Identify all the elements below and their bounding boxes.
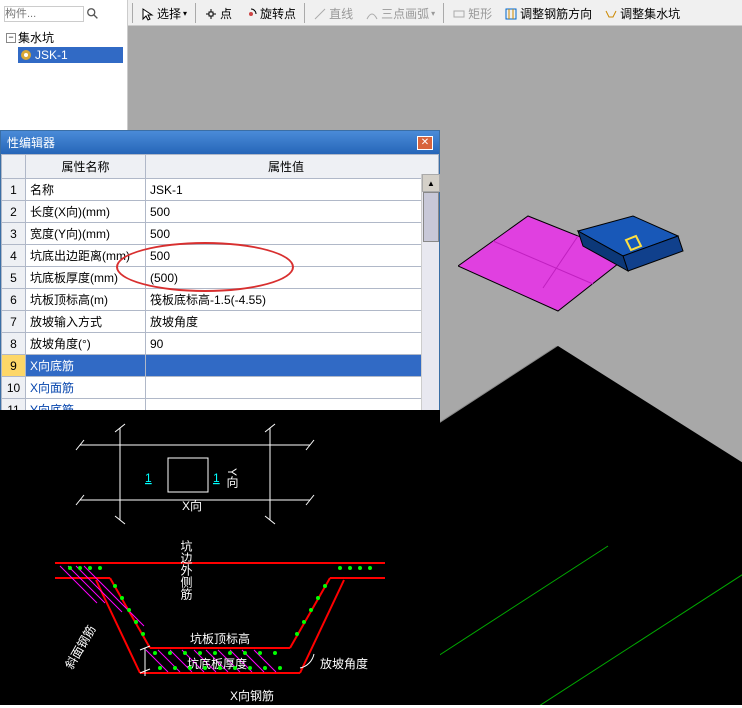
tree-child-label: JSK-1	[35, 48, 68, 62]
scroll-up-icon[interactable]: ▲	[422, 174, 440, 192]
property-row[interactable]: 6坑板顶标高(m)筏板底标高-1.5(-4.55)	[2, 289, 439, 311]
property-row[interactable]: 9X向底筋	[2, 355, 439, 377]
property-name: 坑板顶标高(m)	[26, 289, 146, 311]
svg-text:斜面钢筋: 斜面钢筋	[62, 622, 99, 671]
point-tool[interactable]: 点	[200, 3, 236, 24]
property-name: 放坡输入方式	[26, 311, 146, 333]
col-value: 属性值	[146, 155, 439, 179]
dialog-title: 性编辑器	[7, 134, 55, 151]
toolbar: 选择 ▾ 点 旋转点 直线 三点画弧 ▾ 矩形 调整钢筋方向	[128, 0, 742, 26]
row-number: 10	[2, 377, 26, 399]
close-button[interactable]: ✕	[417, 136, 433, 150]
arc-tool[interactable]: 三点画弧 ▾	[361, 3, 439, 24]
property-value[interactable]: JSK-1	[146, 179, 439, 201]
svg-text:X向钢筋: X向钢筋	[230, 688, 274, 703]
rebar-icon	[504, 7, 518, 21]
dialog-titlebar[interactable]: 性编辑器 ✕	[1, 131, 439, 154]
property-row[interactable]: 8放坡角度(°)90	[2, 333, 439, 355]
col-rownum	[2, 155, 26, 179]
property-value[interactable]	[146, 355, 439, 377]
tree-node-parent[interactable]: − 集水坑	[4, 28, 123, 47]
collapse-icon[interactable]: −	[6, 33, 16, 43]
property-row[interactable]: 3宽度(Y向)(mm)500	[2, 223, 439, 245]
property-name: 坑底出边距离(mm)	[26, 245, 146, 267]
svg-text:X向: X向	[182, 498, 202, 513]
dropdown-arrow-icon: ▾	[431, 9, 435, 18]
row-number: 1	[2, 179, 26, 201]
property-name: X向底筋	[26, 355, 146, 377]
row-number: 2	[2, 201, 26, 223]
section-diagram: 1 1 X向 Y向 坑板顶标高 坑底板厚度 放坡角度	[0, 410, 440, 705]
property-name: 名称	[26, 179, 146, 201]
property-row[interactable]: 1名称JSK-1	[2, 179, 439, 201]
property-row[interactable]: 4坑底出边距离(mm)500	[2, 245, 439, 267]
svg-text:坑底板厚度: 坑底板厚度	[187, 656, 247, 671]
svg-text:坑板顶标高: 坑板顶标高	[190, 631, 250, 646]
property-name: 坑底板厚度(mm)	[26, 267, 146, 289]
property-name: 宽度(Y向)(mm)	[26, 223, 146, 245]
property-name: X向面筋	[26, 377, 146, 399]
arc-icon	[365, 7, 379, 21]
svg-text:1: 1	[213, 471, 220, 485]
property-value[interactable]: 90	[146, 333, 439, 355]
property-table: 属性名称 属性值 1名称JSK-12长度(X向)(mm)5003宽度(Y向)(m…	[1, 154, 439, 443]
adjust-rebar-tool[interactable]: 调整钢筋方向	[500, 3, 596, 24]
dropdown-arrow-icon: ▾	[183, 9, 187, 18]
svg-text:坑边外侧筋: 坑边外侧筋	[179, 539, 193, 601]
row-number: 6	[2, 289, 26, 311]
col-name: 属性名称	[26, 155, 146, 179]
search-input[interactable]	[4, 6, 84, 22]
pit-icon	[604, 7, 618, 21]
cursor-icon	[141, 7, 155, 21]
property-editor-dialog: 性编辑器 ✕ 属性名称 属性值 1名称JSK-12长度(X向)(mm)5003宽…	[0, 130, 440, 444]
rect-icon	[452, 7, 466, 21]
row-number: 4	[2, 245, 26, 267]
row-number: 3	[2, 223, 26, 245]
point-icon	[204, 7, 218, 21]
component-icon	[20, 49, 32, 61]
property-name: 放坡角度(°)	[26, 333, 146, 355]
line-icon	[313, 7, 327, 21]
property-row[interactable]: 7放坡输入方式放坡角度	[2, 311, 439, 333]
property-value[interactable]: 500	[146, 223, 439, 245]
property-name: 长度(X向)(mm)	[26, 201, 146, 223]
property-row[interactable]: 5坑底板厚度(mm)(500)	[2, 267, 439, 289]
search-icon[interactable]	[86, 7, 100, 21]
tree-node-child[interactable]: JSK-1	[18, 47, 123, 63]
row-number: 9	[2, 355, 26, 377]
property-value[interactable]	[146, 377, 439, 399]
property-value[interactable]: 放坡角度	[146, 311, 439, 333]
tree-panel: − 集水坑 JSK-1	[0, 0, 128, 130]
property-value[interactable]: 500	[146, 201, 439, 223]
line-tool[interactable]: 直线	[309, 3, 357, 24]
row-number: 5	[2, 267, 26, 289]
scroll-thumb[interactable]	[423, 192, 439, 242]
property-row[interactable]: 2长度(X向)(mm)500	[2, 201, 439, 223]
row-number: 8	[2, 333, 26, 355]
property-value[interactable]: (500)	[146, 267, 439, 289]
property-value[interactable]: 筏板底标高-1.5(-4.55)	[146, 289, 439, 311]
pivot-icon	[244, 7, 258, 21]
model-3d	[458, 166, 698, 366]
svg-text:放坡角度: 放坡角度	[320, 656, 368, 671]
row-number: 7	[2, 311, 26, 333]
pivot-tool[interactable]: 旋转点	[240, 3, 300, 24]
property-value[interactable]: 500	[146, 245, 439, 267]
adjust-pit-tool[interactable]: 调整集水坑	[600, 3, 684, 24]
scrollbar[interactable]: ▲ ▼	[421, 174, 439, 443]
rect-tool[interactable]: 矩形	[448, 3, 496, 24]
tree-parent-label: 集水坑	[18, 29, 54, 46]
svg-text:Y向: Y向	[225, 468, 239, 488]
select-tool[interactable]: 选择 ▾	[137, 3, 191, 24]
property-row[interactable]: 10X向面筋	[2, 377, 439, 399]
svg-text:1: 1	[145, 471, 152, 485]
